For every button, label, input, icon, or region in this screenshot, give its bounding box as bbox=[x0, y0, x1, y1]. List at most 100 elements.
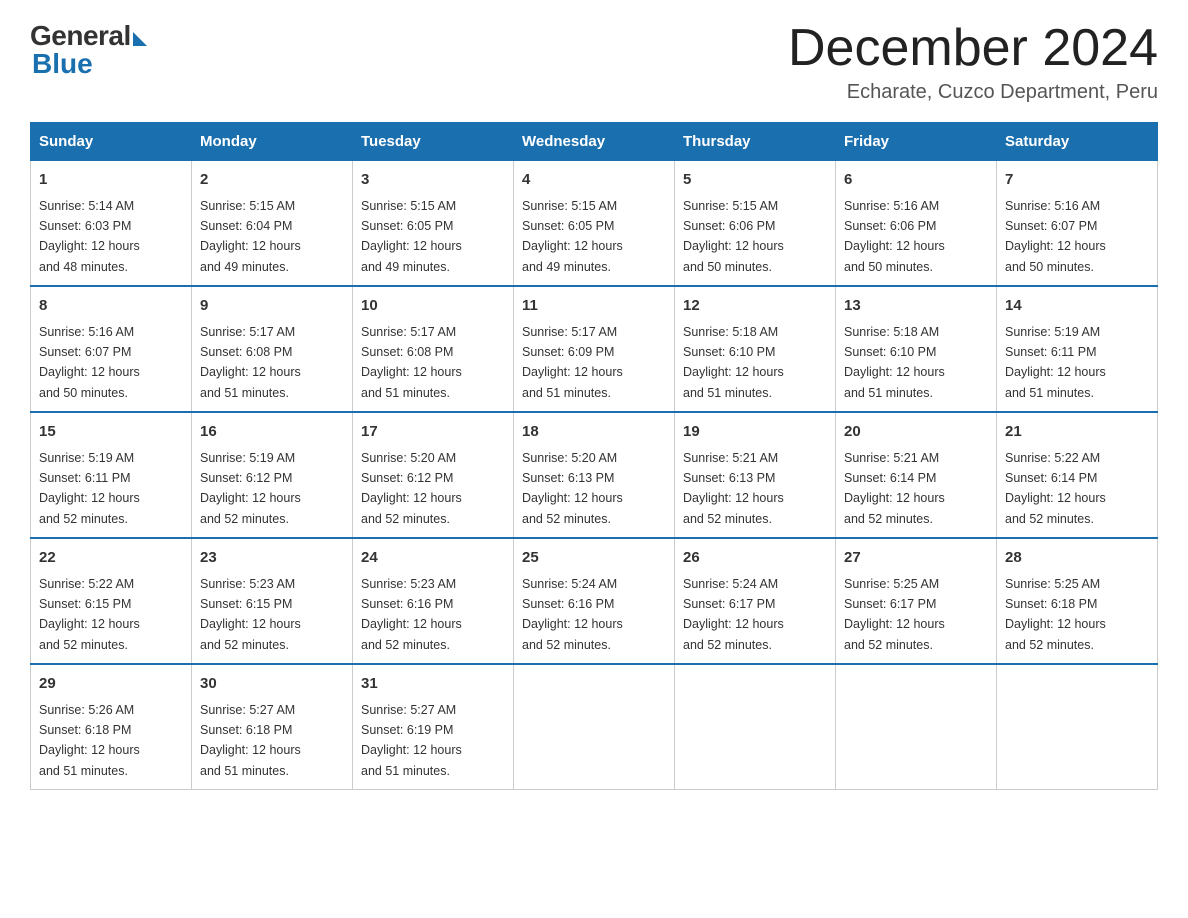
logo-blue-text: Blue bbox=[32, 48, 93, 80]
day-cell: 3 Sunrise: 5:15 AMSunset: 6:05 PMDayligh… bbox=[353, 161, 514, 287]
day-cell: 24 Sunrise: 5:23 AMSunset: 6:16 PMDaylig… bbox=[353, 538, 514, 664]
day-info: Sunrise: 5:17 AMSunset: 6:08 PMDaylight:… bbox=[361, 325, 462, 400]
day-cell: 10 Sunrise: 5:17 AMSunset: 6:08 PMDaylig… bbox=[353, 286, 514, 412]
day-info: Sunrise: 5:21 AMSunset: 6:13 PMDaylight:… bbox=[683, 451, 784, 526]
day-info: Sunrise: 5:25 AMSunset: 6:18 PMDaylight:… bbox=[1005, 577, 1106, 652]
day-info: Sunrise: 5:26 AMSunset: 6:18 PMDaylight:… bbox=[39, 703, 140, 778]
day-header-sunday: Sunday bbox=[31, 123, 192, 161]
day-info: Sunrise: 5:27 AMSunset: 6:18 PMDaylight:… bbox=[200, 703, 301, 778]
day-cell: 31 Sunrise: 5:27 AMSunset: 6:19 PMDaylig… bbox=[353, 664, 514, 790]
day-cell: 17 Sunrise: 5:20 AMSunset: 6:12 PMDaylig… bbox=[353, 412, 514, 538]
day-number: 22 bbox=[39, 547, 183, 570]
day-number: 30 bbox=[200, 673, 344, 696]
day-cell: 8 Sunrise: 5:16 AMSunset: 6:07 PMDayligh… bbox=[31, 286, 192, 412]
day-header-monday: Monday bbox=[192, 123, 353, 161]
day-number: 27 bbox=[844, 547, 988, 570]
day-info: Sunrise: 5:25 AMSunset: 6:17 PMDaylight:… bbox=[844, 577, 945, 652]
logo: General Blue bbox=[30, 20, 147, 80]
day-info: Sunrise: 5:16 AMSunset: 6:06 PMDaylight:… bbox=[844, 199, 945, 274]
day-info: Sunrise: 5:17 AMSunset: 6:09 PMDaylight:… bbox=[522, 325, 623, 400]
day-info: Sunrise: 5:15 AMSunset: 6:04 PMDaylight:… bbox=[200, 199, 301, 274]
header-row: SundayMondayTuesdayWednesdayThursdayFrid… bbox=[31, 123, 1158, 161]
day-info: Sunrise: 5:24 AMSunset: 6:16 PMDaylight:… bbox=[522, 577, 623, 652]
day-info: Sunrise: 5:16 AMSunset: 6:07 PMDaylight:… bbox=[1005, 199, 1106, 274]
page-header: General Blue December 2024 Echarate, Cuz… bbox=[30, 20, 1158, 104]
day-info: Sunrise: 5:19 AMSunset: 6:11 PMDaylight:… bbox=[39, 451, 140, 526]
day-number: 1 bbox=[39, 169, 183, 192]
day-info: Sunrise: 5:23 AMSunset: 6:15 PMDaylight:… bbox=[200, 577, 301, 652]
week-row-1: 1 Sunrise: 5:14 AMSunset: 6:03 PMDayligh… bbox=[31, 161, 1158, 287]
day-info: Sunrise: 5:19 AMSunset: 6:12 PMDaylight:… bbox=[200, 451, 301, 526]
day-cell: 6 Sunrise: 5:16 AMSunset: 6:06 PMDayligh… bbox=[836, 161, 997, 287]
day-info: Sunrise: 5:16 AMSunset: 6:07 PMDaylight:… bbox=[39, 325, 140, 400]
day-cell: 18 Sunrise: 5:20 AMSunset: 6:13 PMDaylig… bbox=[514, 412, 675, 538]
day-info: Sunrise: 5:15 AMSunset: 6:05 PMDaylight:… bbox=[361, 199, 462, 274]
day-info: Sunrise: 5:23 AMSunset: 6:16 PMDaylight:… bbox=[361, 577, 462, 652]
week-row-3: 15 Sunrise: 5:19 AMSunset: 6:11 PMDaylig… bbox=[31, 412, 1158, 538]
day-cell: 29 Sunrise: 5:26 AMSunset: 6:18 PMDaylig… bbox=[31, 664, 192, 790]
day-header-friday: Friday bbox=[836, 123, 997, 161]
location-subtitle: Echarate, Cuzco Department, Peru bbox=[788, 81, 1158, 104]
day-number: 4 bbox=[522, 169, 666, 192]
day-header-wednesday: Wednesday bbox=[514, 123, 675, 161]
day-number: 9 bbox=[200, 295, 344, 318]
day-number: 25 bbox=[522, 547, 666, 570]
day-cell: 16 Sunrise: 5:19 AMSunset: 6:12 PMDaylig… bbox=[192, 412, 353, 538]
day-cell: 19 Sunrise: 5:21 AMSunset: 6:13 PMDaylig… bbox=[675, 412, 836, 538]
day-number: 2 bbox=[200, 169, 344, 192]
day-info: Sunrise: 5:22 AMSunset: 6:15 PMDaylight:… bbox=[39, 577, 140, 652]
day-info: Sunrise: 5:15 AMSunset: 6:06 PMDaylight:… bbox=[683, 199, 784, 274]
day-info: Sunrise: 5:18 AMSunset: 6:10 PMDaylight:… bbox=[683, 325, 784, 400]
day-number: 8 bbox=[39, 295, 183, 318]
week-row-2: 8 Sunrise: 5:16 AMSunset: 6:07 PMDayligh… bbox=[31, 286, 1158, 412]
day-number: 20 bbox=[844, 421, 988, 444]
day-info: Sunrise: 5:18 AMSunset: 6:10 PMDaylight:… bbox=[844, 325, 945, 400]
day-header-tuesday: Tuesday bbox=[353, 123, 514, 161]
day-number: 5 bbox=[683, 169, 827, 192]
day-cell: 11 Sunrise: 5:17 AMSunset: 6:09 PMDaylig… bbox=[514, 286, 675, 412]
day-cell bbox=[836, 664, 997, 790]
day-number: 14 bbox=[1005, 295, 1149, 318]
day-cell: 26 Sunrise: 5:24 AMSunset: 6:17 PMDaylig… bbox=[675, 538, 836, 664]
day-number: 31 bbox=[361, 673, 505, 696]
day-info: Sunrise: 5:22 AMSunset: 6:14 PMDaylight:… bbox=[1005, 451, 1106, 526]
day-number: 10 bbox=[361, 295, 505, 318]
day-info: Sunrise: 5:15 AMSunset: 6:05 PMDaylight:… bbox=[522, 199, 623, 274]
day-number: 23 bbox=[200, 547, 344, 570]
day-cell bbox=[997, 664, 1158, 790]
day-number: 15 bbox=[39, 421, 183, 444]
day-cell: 22 Sunrise: 5:22 AMSunset: 6:15 PMDaylig… bbox=[31, 538, 192, 664]
day-info: Sunrise: 5:17 AMSunset: 6:08 PMDaylight:… bbox=[200, 325, 301, 400]
day-header-thursday: Thursday bbox=[675, 123, 836, 161]
day-cell: 12 Sunrise: 5:18 AMSunset: 6:10 PMDaylig… bbox=[675, 286, 836, 412]
day-cell bbox=[675, 664, 836, 790]
day-cell bbox=[514, 664, 675, 790]
month-title: December 2024 bbox=[788, 20, 1158, 77]
day-cell: 21 Sunrise: 5:22 AMSunset: 6:14 PMDaylig… bbox=[997, 412, 1158, 538]
day-number: 19 bbox=[683, 421, 827, 444]
day-info: Sunrise: 5:14 AMSunset: 6:03 PMDaylight:… bbox=[39, 199, 140, 274]
day-number: 21 bbox=[1005, 421, 1149, 444]
day-info: Sunrise: 5:19 AMSunset: 6:11 PMDaylight:… bbox=[1005, 325, 1106, 400]
day-info: Sunrise: 5:27 AMSunset: 6:19 PMDaylight:… bbox=[361, 703, 462, 778]
day-cell: 20 Sunrise: 5:21 AMSunset: 6:14 PMDaylig… bbox=[836, 412, 997, 538]
day-cell: 13 Sunrise: 5:18 AMSunset: 6:10 PMDaylig… bbox=[836, 286, 997, 412]
week-row-5: 29 Sunrise: 5:26 AMSunset: 6:18 PMDaylig… bbox=[31, 664, 1158, 790]
day-cell: 23 Sunrise: 5:23 AMSunset: 6:15 PMDaylig… bbox=[192, 538, 353, 664]
day-number: 17 bbox=[361, 421, 505, 444]
day-number: 24 bbox=[361, 547, 505, 570]
day-number: 11 bbox=[522, 295, 666, 318]
title-area: December 2024 Echarate, Cuzco Department… bbox=[788, 20, 1158, 104]
day-cell: 15 Sunrise: 5:19 AMSunset: 6:11 PMDaylig… bbox=[31, 412, 192, 538]
day-cell: 4 Sunrise: 5:15 AMSunset: 6:05 PMDayligh… bbox=[514, 161, 675, 287]
day-cell: 1 Sunrise: 5:14 AMSunset: 6:03 PMDayligh… bbox=[31, 161, 192, 287]
day-number: 12 bbox=[683, 295, 827, 318]
day-info: Sunrise: 5:20 AMSunset: 6:13 PMDaylight:… bbox=[522, 451, 623, 526]
day-number: 6 bbox=[844, 169, 988, 192]
week-row-4: 22 Sunrise: 5:22 AMSunset: 6:15 PMDaylig… bbox=[31, 538, 1158, 664]
day-cell: 5 Sunrise: 5:15 AMSunset: 6:06 PMDayligh… bbox=[675, 161, 836, 287]
day-number: 29 bbox=[39, 673, 183, 696]
logo-triangle-icon bbox=[133, 32, 147, 46]
day-info: Sunrise: 5:21 AMSunset: 6:14 PMDaylight:… bbox=[844, 451, 945, 526]
calendar-table: SundayMondayTuesdayWednesdayThursdayFrid… bbox=[30, 122, 1158, 790]
